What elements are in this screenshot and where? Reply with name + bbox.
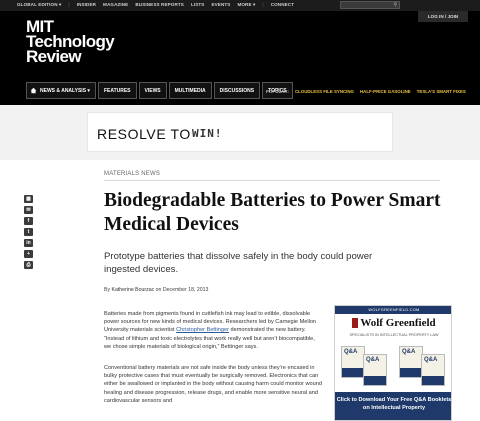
booklet-label: Q&A xyxy=(344,349,358,355)
facebook-icon[interactable]: f xyxy=(24,217,33,225)
site-header: MIT Technology Review LOG IN / JOIN NEWS… xyxy=(0,11,480,105)
utility-link-magazine[interactable]: MAGAZINE xyxy=(103,2,128,8)
nav-label: NEWS & ANALYSIS ▾ xyxy=(40,87,90,94)
utility-link-events[interactable]: EVENTS xyxy=(211,2,230,8)
nav-news-analysis[interactable]: NEWS & ANALYSIS ▾ xyxy=(26,82,96,99)
booklet-image: Q&A xyxy=(341,346,365,378)
email-icon[interactable]: ✉ xyxy=(24,206,33,214)
print-icon[interactable]: ⎙ xyxy=(24,261,33,269)
search-icon[interactable]: ⚲ xyxy=(393,2,397,8)
article-paragraph: Conventional battery materials are not s… xyxy=(104,365,322,404)
divider xyxy=(104,180,440,181)
ad-booklets: Q&A Q&A Q&A Q&A xyxy=(341,340,447,392)
nav-views[interactable]: VIEWS xyxy=(138,82,167,99)
banner-ad-text: RESOLVE TO xyxy=(97,126,191,142)
twitter-icon[interactable]: t xyxy=(24,228,33,236)
site-logo[interactable]: MIT Technology Review xyxy=(26,18,115,66)
booklet-image: Q&A xyxy=(399,346,423,378)
nav-features[interactable]: FEATURES xyxy=(97,82,137,99)
booklet-image: Q&A xyxy=(421,354,445,386)
popular-link[interactable]: HALF-PRICE GASOLINE xyxy=(360,89,411,94)
ad-band: RESOLVE TO WIN! xyxy=(0,105,480,160)
logo-line: Review xyxy=(26,47,82,66)
ad-brand: Wolf Greenfield xyxy=(339,317,449,329)
utility-link-business-reports[interactable]: BUSINESS REPORTS xyxy=(135,2,184,8)
utility-bar: GLOBAL EDITION ▾ | INSIDER MAGAZINE BUSI… xyxy=(0,0,480,11)
ad-url: WOLFGREENFIELD.COM xyxy=(335,306,451,314)
booklet-label: Q&A xyxy=(402,349,416,355)
utility-link-lists[interactable]: LISTS xyxy=(191,2,205,8)
byline-date: on December 18, 2013 xyxy=(155,287,209,293)
researcher-link[interactable]: Christopher Bettinger xyxy=(176,327,229,333)
login-button[interactable]: LOG IN / JOIN xyxy=(418,11,468,22)
nav-discussions[interactable]: DISCUSSIONS xyxy=(213,82,261,99)
booklet-label: Q&A xyxy=(424,357,438,363)
booklet-image: Q&A xyxy=(363,354,387,386)
nav-multimedia[interactable]: MULTIMEDIA xyxy=(168,82,212,99)
utility-nav: GLOBAL EDITION ▾ | INSIDER MAGAZINE BUSI… xyxy=(17,2,294,8)
author-link[interactable]: Katherine Bourzac xyxy=(112,287,155,293)
main-nav: NEWS & ANALYSIS ▾ FEATURES VIEWS MULTIME… xyxy=(26,82,295,99)
linkedin-icon[interactable]: in xyxy=(24,239,33,247)
section-label[interactable]: MATERIALS NEWS xyxy=(104,171,160,177)
share-toolbar: ▩ ✉ f t in + ⎙ xyxy=(24,195,33,269)
booklet-label: Q&A xyxy=(366,357,380,363)
home-icon xyxy=(30,87,37,94)
byline: By Katherine Bourzac on December 18, 201… xyxy=(104,287,208,293)
separator: | xyxy=(68,2,70,7)
brand-logo-icon xyxy=(352,318,359,329)
byline-prefix: By xyxy=(104,287,111,293)
utility-link-connect[interactable]: CONNECT xyxy=(271,2,294,8)
article-deck: Prototype batteries that dissolve safely… xyxy=(104,251,373,275)
search-input[interactable]: ⚲ xyxy=(340,1,400,9)
utility-link-insider[interactable]: INSIDER xyxy=(77,2,96,8)
ad-brand-name: Wolf Greenfield xyxy=(360,317,436,329)
comment-icon[interactable]: ▩ xyxy=(24,195,33,203)
article-title: Biodegradable Batteries to Power Smart M… xyxy=(104,190,441,235)
popular-links: POPULAR: CLOUDLESS FILE SYNCING HALF-PRI… xyxy=(266,89,466,94)
popular-label: POPULAR: xyxy=(266,89,289,94)
utility-link-more[interactable]: MORE ▾ xyxy=(237,2,255,8)
popular-link[interactable]: CLOUDLESS FILE SYNCING xyxy=(295,89,354,94)
sidebar-ad[interactable]: WOLFGREENFIELD.COM Wolf Greenfield SPECI… xyxy=(334,305,452,421)
separator: | xyxy=(262,2,264,7)
popular-link[interactable]: TESLA'S SMART FIXES xyxy=(417,89,466,94)
article-paragraph: Batteries made from pigments found in cu… xyxy=(104,310,322,351)
banner-ad-win: WIN! xyxy=(192,127,223,140)
utility-link-global-edition[interactable]: GLOBAL EDITION ▾ xyxy=(17,2,61,8)
ad-download-cta[interactable]: Click to Download Your Free Q&A Booklets… xyxy=(335,392,451,420)
plus-icon[interactable]: + xyxy=(24,250,33,258)
ad-tagline: SPECIALISTS IN INTELLECTUAL PROPERTY LAW xyxy=(349,333,439,337)
banner-ad[interactable]: RESOLVE TO WIN! xyxy=(87,112,393,152)
